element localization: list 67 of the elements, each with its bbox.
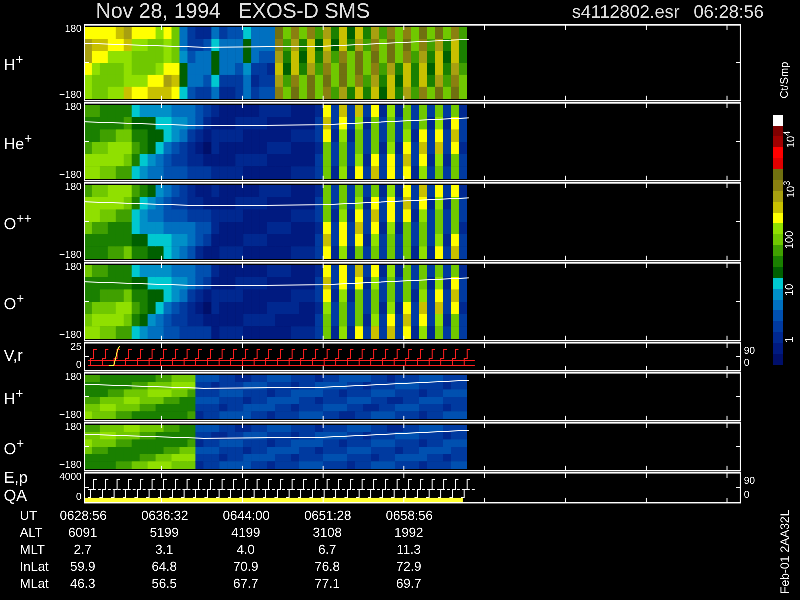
axis-label: 180 [65, 103, 82, 113]
table-cell-text: 46.3 [69, 576, 97, 591]
axis-label: 0 [76, 361, 82, 371]
table-cell: 0628:56 [60, 508, 106, 523]
axis-label: 90 [744, 477, 756, 487]
axis-label: 0 [744, 359, 751, 369]
panel-label: He$^{+}$ [4, 130, 34, 154]
panel-label: QA [4, 488, 28, 506]
table-cell-text: 72.9 [395, 559, 423, 574]
table-cell: 0651:28 [304, 508, 350, 523]
axis-label: −180 [59, 91, 82, 101]
axis-label: 180 [65, 25, 82, 35]
axis-label: 0 [744, 491, 751, 501]
table-cell-text: 4199 [230, 525, 262, 540]
axis-label: −180 [59, 411, 82, 421]
table-cell: 0636:32 [142, 508, 188, 523]
row-label: UT [20, 508, 38, 523]
colorbar-label: 1 [784, 336, 796, 343]
panel-label: V,r [4, 348, 24, 366]
table-cell-text: 69.7 [395, 576, 423, 591]
panel-label: H$^{+}$ [4, 50, 24, 76]
table-cell-text: 3108 [312, 525, 343, 540]
table-cell-text: 76.8 [314, 559, 342, 574]
panel-label: O$^{+}$ [4, 434, 26, 460]
axis-label: −180 [59, 331, 82, 341]
table-cell-text: 2.7 [72, 542, 94, 557]
table-cell-text: 1992 [394, 525, 424, 540]
table-cell-text: 56.5 [150, 576, 178, 591]
file-name: s4112802.esr [572, 2, 680, 22]
axis-label: −180 [59, 251, 82, 261]
table-cell-text: 3.1 [154, 542, 175, 557]
unit-label: Ct/Smp [779, 62, 791, 99]
row-label: MLat [20, 576, 50, 591]
row-label: MLT [20, 542, 46, 557]
table-cell-text: 67.7 [232, 576, 260, 591]
table-cell: 0644:00 [223, 508, 269, 523]
panel-label: O$^{++}$ [4, 210, 34, 234]
table-cell: 0658:56 [386, 508, 432, 523]
table-cell-text: 77.1 [314, 576, 342, 591]
panel-label: E,p [4, 470, 30, 488]
axis-label: 180 [65, 423, 82, 433]
row-label: InLat [20, 559, 50, 574]
panel-label: H$^{+}$ [4, 384, 24, 410]
table-cell-text: 6091 [68, 525, 98, 540]
colorbar-label: 10 [784, 284, 796, 296]
axis-label: 0 [76, 493, 82, 503]
axis-label: 4000 [60, 473, 82, 483]
table-cell-text: 64.8 [150, 559, 178, 574]
table-cell-text: 5199 [149, 525, 180, 540]
table-cell-text: 4.0 [236, 542, 256, 557]
axis-label: 25 [70, 343, 82, 353]
colorbar-label: 100 [784, 230, 796, 249]
axis-label: −180 [59, 171, 82, 181]
axis-label: 90 [744, 347, 756, 357]
panel-label: O$^{+}$ [4, 290, 26, 314]
axis-label: 180 [65, 373, 82, 383]
table-cell-text: 11.3 [396, 542, 422, 557]
axis-label: 180 [65, 263, 82, 273]
axis-label: 180 [65, 183, 82, 193]
table-cell-text: 6.7 [317, 542, 338, 557]
version-label: Feb-01 2AA32L [778, 510, 792, 594]
chart-title: Nov 28, 1994 EXOS-D SMS [96, 0, 370, 24]
table-cell-text: 59.9 [69, 559, 97, 574]
timestamp: 06:28:56 [694, 2, 764, 22]
axis-label: −180 [59, 461, 82, 471]
row-label: ALT [20, 525, 44, 540]
table-cell-text: 70.9 [232, 559, 260, 574]
